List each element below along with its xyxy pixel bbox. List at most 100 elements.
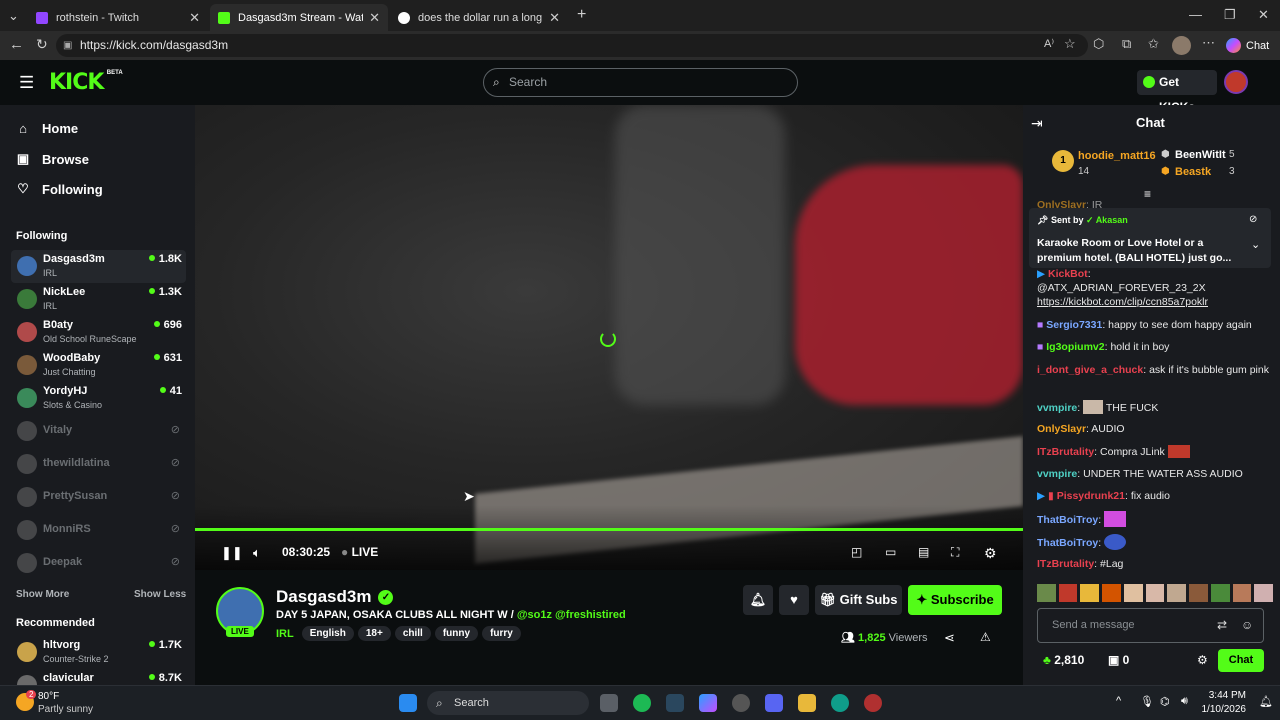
report-icon[interactable]: ⚠ [980, 630, 991, 644]
recommended-channel[interactable]: hltvorg Counter-Strike 2 1.7K [11, 636, 186, 669]
emote-icon[interactable] [1037, 584, 1056, 602]
url-field[interactable]: ▣ https://kick.com/dasgasd3m [56, 34, 1088, 57]
pause-icon[interactable]: ❚❚ [221, 545, 243, 561]
video-player[interactable]: ❚❚ 🔈︎ 08:30:25 ● LIVE ◰ ▭ ▤ ⛶ ⚙ [195, 105, 1023, 570]
pin-toggle-icon[interactable]: ≡ [1144, 187, 1151, 201]
app-icon[interactable] [864, 694, 882, 712]
streamer-name[interactable]: Dasgasd3m [276, 587, 371, 607]
emote-icon[interactable] [1232, 584, 1252, 602]
translate-icon[interactable]: ⇄ [1217, 609, 1227, 642]
emote-icon[interactable] [1145, 584, 1165, 602]
discord-icon[interactable] [765, 694, 783, 712]
windows-start-icon[interactable] [399, 694, 417, 712]
notification-bell-button[interactable]: 🔔︎ [743, 585, 773, 615]
offline-channel[interactable]: Vitaly ⊘ [11, 415, 186, 448]
close-tab-icon[interactable]: ✕ [369, 10, 380, 26]
emote-icon[interactable] [1102, 584, 1121, 602]
nav-browse[interactable]: ▣ Browse [16, 151, 89, 167]
collapse-chat-icon[interactable]: ⇥ [1031, 115, 1043, 132]
browser-tab-twitch[interactable]: rothstein - Twitch ✕ [28, 4, 208, 31]
gift-subs-button[interactable]: 🎁︎ Gift Subs [815, 585, 902, 615]
leaderboard-user[interactable]: BeenWitIt [1175, 149, 1226, 161]
task-view-icon[interactable] [600, 694, 618, 712]
emote-icon[interactable] [1254, 584, 1274, 602]
settings-icon[interactable]: ⚙ [984, 545, 997, 562]
nav-home[interactable]: ⌂ Home [16, 121, 78, 136]
new-tab-icon[interactable]: + [577, 6, 586, 24]
microphone-icon[interactable]: 🎙︎ [1140, 695, 1154, 708]
volume-icon[interactable]: 🔈︎ [253, 545, 261, 561]
menu-icon[interactable]: ☰ [19, 73, 34, 93]
tag[interactable]: English [301, 626, 354, 641]
notifications-icon[interactable]: 🔔︎ [1259, 695, 1273, 708]
volume-icon[interactable]: 🔊︎ [1181, 695, 1188, 708]
back-icon[interactable]: ← [9, 36, 24, 53]
emote-icon[interactable] [1058, 584, 1078, 602]
show-less-link[interactable]: Show Less [134, 589, 186, 600]
clock-time[interactable]: 3:44 PM [1206, 690, 1246, 701]
minimize-icon[interactable]: — [1189, 7, 1202, 22]
maximize-icon[interactable]: ❐ [1224, 7, 1236, 23]
emote-icon[interactable] [1080, 584, 1100, 602]
copilot-chat-button[interactable]: Chat [1226, 35, 1269, 56]
kick-logo[interactable]: KICK BETA [49, 70, 123, 95]
chat-link[interactable]: https://kickbot.com/clip/ccn85a7poklr [1037, 295, 1273, 309]
follow-button[interactable]: ♥ [779, 585, 809, 615]
split-screen-icon[interactable]: ⧉ [1122, 36, 1131, 52]
following-channel[interactable]: NickLee IRL 1.3K [11, 283, 186, 316]
expand-icon[interactable]: ⌄ [1251, 238, 1260, 251]
emote-icon[interactable] [1123, 584, 1143, 602]
recommended-channel[interactable]: clavicular 8.7K [11, 669, 186, 685]
category-link[interactable]: IRL [276, 628, 294, 640]
gift-count[interactable]: ▣ 0 [1108, 653, 1129, 667]
browser-tab-google[interactable]: does the dollar run a long way in j ✕ [390, 4, 568, 31]
taskbar-search[interactable]: ⌕ Search [427, 691, 589, 715]
weather-widget[interactable]: 2 80°F Partly sunny [14, 690, 124, 718]
emoji-icon[interactable]: ☺ [1241, 609, 1253, 642]
search-input[interactable]: ⌕ Search [483, 68, 798, 97]
tag[interactable]: funny [434, 626, 479, 641]
tag[interactable]: 18+ [357, 626, 391, 641]
close-tab-icon[interactable]: ✕ [549, 10, 560, 26]
site-info-icon[interactable]: ▣ [63, 34, 72, 57]
offline-channel[interactable]: Deepak ⊘ [11, 547, 186, 580]
get-kicks-button[interactable]: Get KICKs [1137, 70, 1217, 114]
emote-icon[interactable] [1210, 584, 1230, 602]
chat-settings-icon[interactable]: ⚙ [1197, 653, 1208, 667]
refresh-icon[interactable]: ↻ [36, 36, 48, 53]
edge-icon[interactable] [831, 694, 849, 712]
clip-icon[interactable]: ▤ [918, 545, 929, 559]
progress-bar[interactable] [195, 528, 1023, 531]
browser-tab-kick[interactable]: Dasgasd3m Stream - Watch Live o ✕ [210, 4, 388, 31]
steam-icon[interactable] [666, 694, 684, 712]
fullscreen-icon[interactable]: ⛶ [951, 545, 959, 560]
show-more-link[interactable]: Show More [16, 589, 69, 600]
tag[interactable]: chill [394, 626, 431, 641]
offline-channel[interactable]: PrettySusan ⊘ [11, 481, 186, 514]
show-hidden-icons[interactable]: ^ [1116, 695, 1121, 707]
kicks-balance[interactable]: ♣ 2,810 [1043, 653, 1084, 667]
chat-message-input[interactable]: Send a message ⇄ ☺ [1037, 608, 1264, 643]
miniplayer-icon[interactable]: ◰ [851, 545, 862, 559]
file-explorer-icon[interactable] [798, 694, 816, 712]
read-aloud-icon[interactable]: A⁾ [1044, 37, 1054, 50]
following-channel[interactable]: WoodBaby Just Chatting 631 [11, 349, 186, 382]
more-options-icon[interactable]: ⋯ [1202, 35, 1215, 51]
copilot-icon[interactable] [699, 694, 717, 712]
following-channel[interactable]: B0aty Old School RuneScape 696 [11, 316, 186, 349]
emote-icon[interactable] [1189, 584, 1208, 602]
offline-channel[interactable]: MonniRS ⊘ [11, 514, 186, 547]
clock-date[interactable]: 1/10/2026 [1200, 704, 1247, 715]
following-channel[interactable]: Dasgasd3m IRL 1.8K [11, 250, 186, 283]
send-chat-button[interactable]: Chat [1218, 649, 1264, 672]
network-icon[interactable]: ⌬ [1160, 695, 1170, 708]
stream-mentions[interactable]: @so1z @freshistired [517, 609, 626, 621]
following-channel[interactable]: YordyHJ Slots & Casino 41 [11, 382, 186, 415]
profile-avatar[interactable] [1172, 36, 1191, 55]
theater-mode-icon[interactable]: ▭ [885, 545, 896, 559]
close-tab-icon[interactable]: ✕ [189, 10, 200, 26]
unpin-icon[interactable]: ⊘ [1249, 214, 1257, 225]
nav-following[interactable]: ♡ Following [16, 181, 102, 197]
window-close-icon[interactable]: ✕ [1258, 7, 1269, 23]
leaderboard-user[interactable]: Beastk [1175, 166, 1211, 178]
